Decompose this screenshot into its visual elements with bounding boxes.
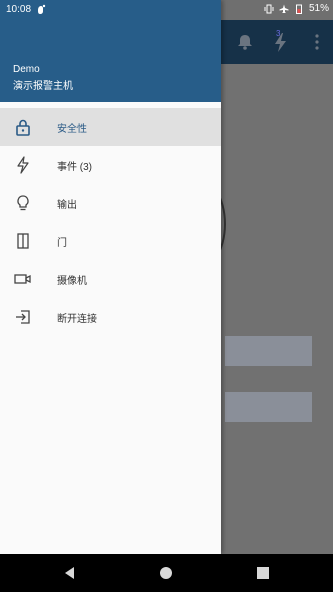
lock-icon [16, 119, 30, 136]
menu-item-label: 摄像机 [57, 275, 87, 287]
menu-item-label: 输出 [57, 199, 77, 211]
background-card [225, 336, 312, 366]
lightning-icon [17, 156, 29, 174]
account-name: Demo [13, 64, 40, 75]
menu-item-label: 断开连接 [57, 313, 97, 325]
back-icon[interactable] [62, 565, 78, 581]
notification-app-icon [38, 4, 46, 14]
menu-item-security[interactable]: 安全性 [0, 108, 221, 146]
vibrate-icon [264, 4, 274, 13]
menu-item-outputs[interactable]: 输出 [0, 184, 221, 222]
lightbulb-icon [17, 195, 29, 211]
door-icon [17, 233, 29, 249]
status-bar: 10:08 [0, 0, 221, 20]
menu-item-label: 安全性 [57, 123, 87, 135]
airplane-mode-icon [279, 4, 289, 13]
video-camera-icon [14, 274, 31, 284]
menu-item-label: 事件 (3) [57, 161, 92, 173]
recents-icon[interactable] [255, 565, 271, 581]
menu-item-disconnect[interactable]: 断开连接 [0, 298, 221, 336]
bell-icon[interactable] [235, 32, 255, 52]
menu-item-label: 门 [57, 237, 67, 249]
status-time: 10:08 [6, 4, 32, 15]
background-card [225, 392, 312, 422]
drawer-menu: 安全性 事件 (3) 输出 门 摄像机 断开连接 [0, 108, 221, 336]
home-icon[interactable] [158, 565, 174, 581]
events-lightning-icon[interactable] [271, 32, 291, 52]
menu-item-events[interactable]: 事件 (3) [0, 146, 221, 184]
drawer-header: 10:08 Demo 演示报警主机 [0, 0, 221, 102]
menu-item-cameras[interactable]: 摄像机 [0, 260, 221, 298]
battery-percent: 51% [308, 3, 329, 14]
system-navigation-bar [0, 554, 333, 592]
app-screen: 3 10:08 Demo 演示报警主机 安全性 事件 (3) 输出 门 摄像机 … [0, 0, 333, 554]
event-count-badge: 3 [276, 29, 281, 38]
navigation-drawer: 10:08 Demo 演示报警主机 安全性 事件 (3) 输出 门 摄像机 断开… [0, 0, 221, 554]
battery-icon [295, 4, 302, 14]
account-subtitle: 演示报警主机 [13, 81, 73, 92]
logout-icon [16, 310, 30, 324]
menu-item-doors[interactable]: 门 [0, 222, 221, 260]
overflow-menu-icon[interactable] [307, 32, 327, 52]
status-icons: 51% [264, 3, 329, 14]
